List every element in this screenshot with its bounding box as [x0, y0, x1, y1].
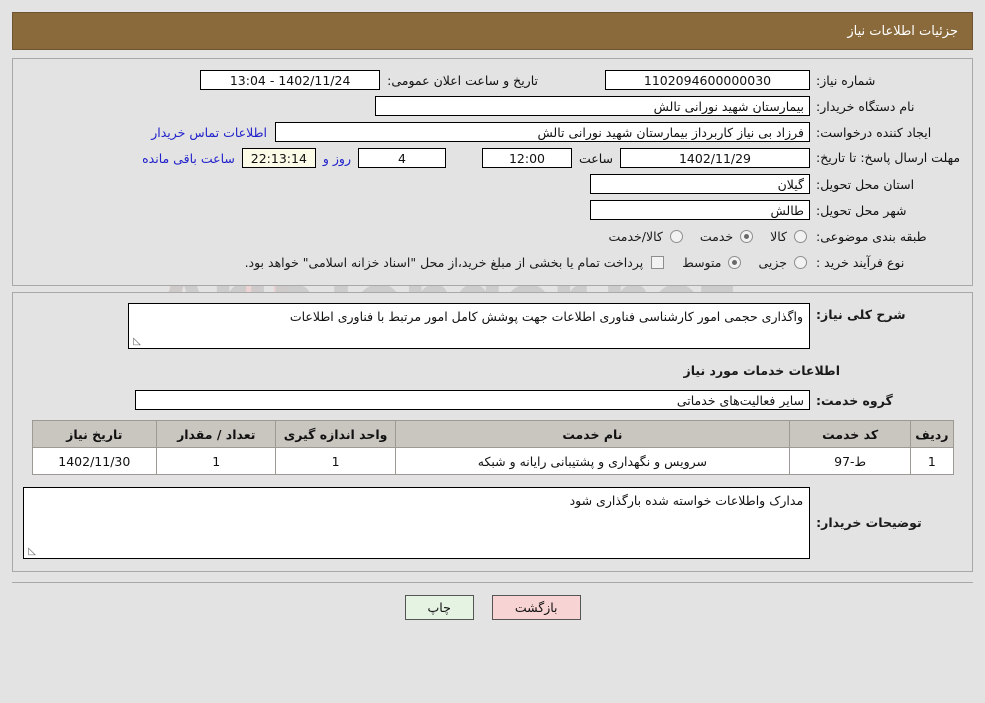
col-service-code: کد خدمت	[788, 420, 912, 448]
deadline-hour-field[interactable]: 12:00	[481, 148, 572, 168]
category-row: طبقه بندی موضوعی: کالا خدمت کالا/خدمت	[23, 225, 962, 247]
buyer-org-row: نام دستگاه خریدار: بیمارستان شهید نورانی…	[23, 95, 962, 117]
col-service-name: نام خدمت	[394, 420, 790, 448]
request-creator-label: ایجاد کننده درخواست:	[816, 124, 932, 140]
treasury-bond-note: پرداخت تمام یا بخشی از مبلغ خرید،از محل …	[244, 254, 644, 270]
category-radio-khedmat[interactable]	[740, 229, 754, 243]
col-quantity: تعداد / مقدار	[156, 420, 277, 448]
cell-unit: 1	[275, 447, 396, 475]
remaining-days-field: 4	[357, 148, 446, 168]
col-need-date: تاریخ نیاز	[31, 420, 158, 448]
general-desc-value: واگذاری حجمی امور کارشناسی فناوری اطلاعا…	[289, 309, 803, 324]
cell-service-name: سرویس و نگهداری و پشتیبانی رایانه و شبکه	[394, 447, 790, 475]
category-radio-kala-khedmat[interactable]	[669, 229, 683, 243]
need-details-panel: شرح کلی نیاز: واگذاری حجمی امور کارشناسی…	[12, 292, 973, 572]
city-label: شهر محل تحویل:	[816, 202, 907, 218]
service-group-label: گروه خدمت:	[816, 392, 893, 408]
process-label-jozei: جزیی	[758, 254, 787, 270]
category-label-kala: کالا	[770, 228, 787, 244]
need-number-field[interactable]: 1102094600000030	[605, 70, 810, 90]
col-unit: واحد اندازه گیری	[275, 420, 396, 448]
buyer-notes-value: مدارک واطلاعات خواسته شده بارگذاری شود	[569, 493, 804, 508]
general-desc-row: شرح کلی نیاز: واگذاری حجمی امور کارشناسی…	[23, 303, 962, 349]
deadline-hour-label: ساعت	[578, 150, 613, 166]
treasury-bond-checkbox[interactable]	[651, 255, 665, 269]
buyer-org-field[interactable]: بیمارستان شهید نورانی تالش	[375, 96, 810, 116]
deadline-date-field[interactable]: 1402/11/29	[620, 148, 810, 168]
col-radif: ردیف	[910, 420, 954, 448]
page-header: جزئیات اطلاعات نیاز	[12, 12, 973, 50]
category-label-khedmat: خدمت	[699, 228, 734, 244]
province-row: استان محل تحویل: گیلان	[23, 173, 962, 195]
service-group-row: گروه خدمت: سایر فعالیت‌های خدماتی	[23, 390, 962, 410]
services-table: ردیف کد خدمت نام خدمت واحد اندازه گیری ت…	[31, 420, 954, 475]
process-radio-motavaset[interactable]	[728, 255, 742, 269]
remaining-days-label: روز و	[322, 150, 351, 166]
city-field[interactable]: طالش	[590, 200, 810, 220]
buyer-notes-row: توضیحات خریدار: مدارک واطلاعات خواسته شد…	[23, 487, 962, 559]
general-desc-label: شرح کلی نیاز:	[816, 307, 906, 322]
public-announce-field[interactable]: 1402/11/24 - 13:04	[200, 70, 381, 90]
process-label: نوع فرآیند خرید :	[816, 254, 905, 270]
need-number-row: شماره نیاز: 1102094600000030 تاریخ و ساع…	[23, 69, 962, 91]
category-label: طبقه بندی موضوعی:	[816, 228, 927, 244]
category-label-kala-khedmat: کالا/خدمت	[608, 228, 663, 244]
service-group-field[interactable]: سایر فعالیت‌های خدماتی	[135, 390, 810, 410]
table-row: 1 ط-97 سرویس و نگهداری و پشتیبانی رایانه…	[31, 447, 954, 475]
remaining-time-field: 22:13:14	[241, 148, 316, 168]
process-row: نوع فرآیند خرید : جزیی متوسط پرداخت تمام…	[23, 251, 962, 273]
footer-actions: بازگشت چاپ	[12, 582, 973, 620]
resize-grip-icon[interactable]: ◺	[131, 337, 141, 347]
services-section-title: اطلاعات خدمات مورد نیاز	[683, 363, 841, 378]
process-radio-jozei[interactable]	[794, 255, 807, 269]
process-label-motavaset: متوسط	[682, 254, 722, 270]
buyer-notes-label: توضیحات خریدار:	[816, 515, 922, 530]
resize-grip-icon[interactable]: ◺	[26, 547, 36, 557]
page-root: جزئیات اطلاعات نیاز شماره نیاز: 11020946…	[0, 12, 985, 620]
province-label: استان محل تحویل:	[816, 176, 915, 192]
need-summary-panel: شماره نیاز: 1102094600000030 تاریخ و ساع…	[12, 58, 973, 286]
buyer-contact-link[interactable]: اطلاعات تماس خریدار	[143, 125, 275, 140]
request-creator-field[interactable]: فرزاد بی نیاز کاربرداز بیمارستان شهید نو…	[275, 122, 810, 142]
cell-radif: 1	[910, 447, 954, 475]
need-number-label: شماره نیاز:	[816, 72, 876, 88]
general-desc-textarea[interactable]: واگذاری حجمی امور کارشناسی فناوری اطلاعا…	[128, 303, 810, 349]
request-creator-row: ایجاد کننده درخواست: فرزاد بی نیاز کاربر…	[23, 121, 962, 143]
city-row: شهر محل تحویل: طالش	[23, 199, 962, 221]
buyer-notes-textarea[interactable]: مدارک واطلاعات خواسته شده بارگذاری شود ◺	[23, 487, 811, 559]
public-announce-label: تاریخ و ساعت اعلان عمومی:	[387, 72, 538, 88]
back-button[interactable]: بازگشت	[491, 595, 581, 620]
deadline-label: مهلت ارسال پاسخ: تا تاریخ:	[816, 150, 961, 165]
page-title: جزئیات اطلاعات نیاز	[847, 23, 958, 39]
province-field[interactable]: گیلان	[590, 174, 810, 194]
cell-quantity: 1	[156, 447, 277, 475]
category-radio-kala[interactable]	[794, 229, 807, 243]
remaining-time-label: ساعت باقی مانده	[142, 150, 235, 166]
buyer-org-label: نام دستگاه خریدار:	[816, 98, 915, 114]
table-header-row: ردیف کد خدمت نام خدمت واحد اندازه گیری ت…	[31, 420, 954, 448]
deadline-row: مهلت ارسال پاسخ: تا تاریخ: 1402/11/29 سا…	[23, 147, 962, 169]
cell-service-code: ط-97	[788, 447, 912, 475]
cell-need-date: 1402/11/30	[31, 447, 158, 475]
print-button[interactable]: چاپ	[404, 595, 474, 620]
